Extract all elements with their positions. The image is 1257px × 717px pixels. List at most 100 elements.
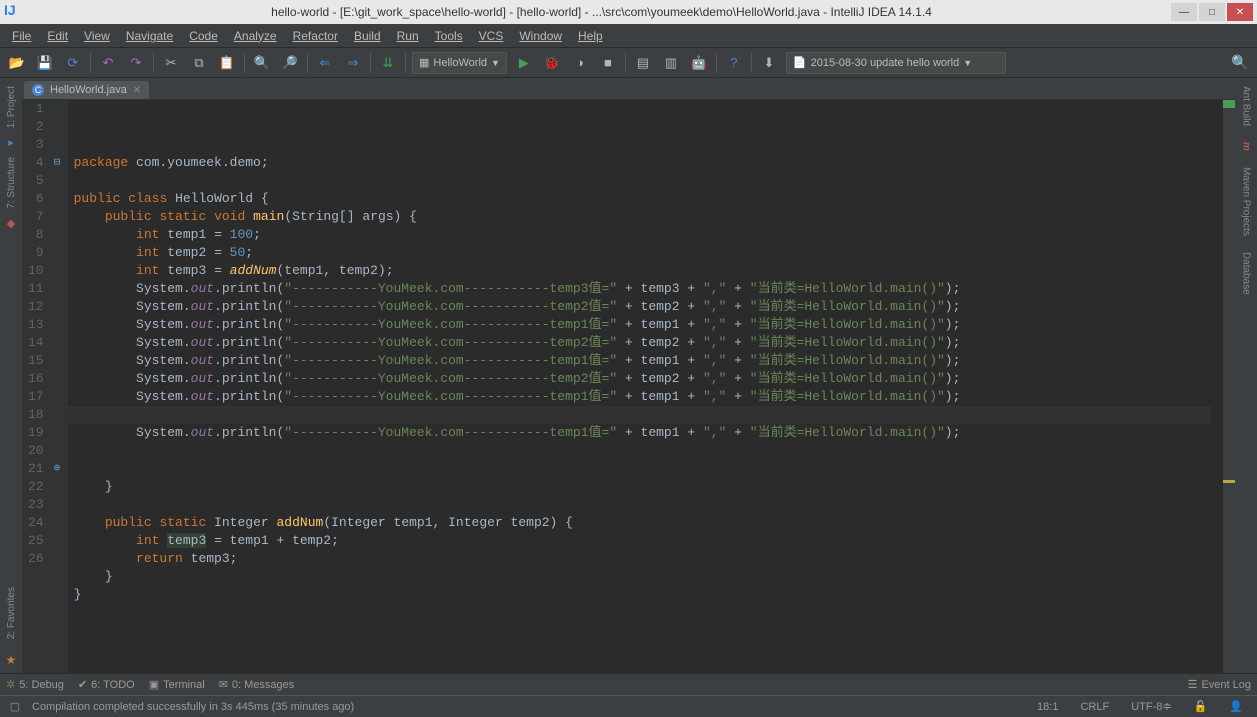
save-icon[interactable]: 💾 [34,52,56,74]
run-icon[interactable]: ▶ [513,52,535,74]
tool-maven-label[interactable]: Maven Projects [1239,159,1254,244]
vcs-action-combo[interactable]: 📄 2015-08-30 update hello world ▼ [786,52,1006,74]
coverage-icon[interactable]: ◑ [569,52,591,74]
close-button[interactable]: ✕ [1227,3,1253,21]
search-everywhere-icon[interactable]: 🔍 [1229,52,1251,74]
tool-debug[interactable]: ✲5: Debug [6,678,64,691]
sdk-icon[interactable]: ▥ [660,52,682,74]
menu-view[interactable]: View [78,27,116,45]
error-stripe[interactable] [1223,100,1235,673]
tool-maven[interactable]: m [1239,134,1254,159]
maximize-button[interactable]: □ [1199,3,1225,21]
code-area[interactable]: package com.youmeek.demo;public class He… [68,100,1223,673]
tool-favorites[interactable]: 2: Favorites [4,579,19,647]
run-config-icon: ▦ [419,56,429,69]
paste-icon[interactable]: 📋 [216,52,238,74]
run-config-combo[interactable]: ▦ HelloWorld ▼ [412,52,507,74]
analysis-ok-marker [1223,100,1235,108]
separator [244,53,245,73]
right-tool-strip: Ant Build m Maven Projects Database [1235,78,1257,673]
undo-icon[interactable]: ↶ [97,52,119,74]
make-icon[interactable]: ⇊ [377,52,399,74]
copy-icon[interactable]: ⧉ [188,52,210,74]
menu-navigate[interactable]: Navigate [120,27,179,45]
back-icon[interactable]: ⇐ [314,52,336,74]
warning-marker [1223,480,1235,483]
window-controls: — □ ✕ [1171,3,1253,21]
android-icon[interactable]: 🤖 [688,52,710,74]
tool-project[interactable]: 1: Project [4,78,19,136]
tool-database[interactable]: Database [1239,244,1254,303]
separator [405,53,406,73]
file-encoding[interactable]: UTF-8≑ [1125,700,1177,713]
menu-code[interactable]: Code [183,27,224,45]
changelist-icon: 📄 [793,56,807,69]
debug-icon[interactable]: 🐞 [541,52,563,74]
menu-refactor[interactable]: Refactor [287,27,344,45]
menu-tools[interactable]: Tools [429,27,469,45]
messages-icon: ✉ [219,678,228,691]
vcs-action-label: 2015-08-30 update hello world [811,57,960,69]
editor-body[interactable]: 1234567891011121314151617181920212223242… [22,100,1235,673]
title-bar: IJ hello-world - [E:\git_work_space\hell… [0,0,1257,24]
toolwindow-toggle-icon[interactable]: ▢ [8,700,22,714]
status-bar: ▢ Compilation completed successfully in … [0,695,1257,717]
caret-position[interactable]: 18:1 [1031,701,1064,713]
avd-icon[interactable]: ▤ [632,52,654,74]
sync-icon[interactable]: ⟳ [62,52,84,74]
java-class-icon: C [32,84,44,96]
menu-help[interactable]: Help [572,27,609,45]
editor-tab[interactable]: C HelloWorld.java ✕ [24,81,149,99]
stop-icon[interactable]: ■ [597,52,619,74]
tool-ant[interactable]: Ant Build [1239,78,1254,134]
redo-icon[interactable]: ↷ [125,52,147,74]
main-area: 1: Project ▸ 7: Structure ◆ 2: Favorites… [0,78,1257,673]
menu-build[interactable]: Build [348,27,387,45]
help-icon[interactable]: ? [723,52,745,74]
editor: C HelloWorld.java ✕ 12345678910111213141… [22,78,1235,673]
menu-file[interactable]: File [6,27,37,45]
vcs-update-icon[interactable]: ⬇ [758,52,780,74]
window-title: hello-world - [E:\git_work_space\hello-w… [32,5,1171,19]
menu-run[interactable]: Run [391,27,425,45]
separator [716,53,717,73]
readonly-lock-icon[interactable]: 🔓 [1188,700,1214,713]
editor-tabs: C HelloWorld.java ✕ [22,78,1235,100]
project-icon: ▸ [8,136,14,149]
override-icon[interactable]: ⊕ [54,460,61,478]
bottom-tool-strip: ✲5: Debug ✔6: TODO ▣Terminal ✉0: Message… [0,673,1257,695]
eventlog-icon: ☰ [1188,678,1198,691]
tool-eventlog[interactable]: ☰Event Log [1188,678,1251,691]
tool-terminal[interactable]: ▣Terminal [149,678,205,691]
hector-icon[interactable]: 👤 [1223,700,1249,713]
separator [153,53,154,73]
terminal-icon: ▣ [149,678,159,691]
tool-todo[interactable]: ✔6: TODO [78,678,135,691]
star-icon: ★ [6,647,17,673]
collapse-icon[interactable]: ⊟ [54,154,61,172]
line-separator[interactable]: CRLF [1074,701,1115,713]
menu-window[interactable]: Window [513,27,568,45]
caret-line-highlight [68,406,1211,424]
forward-icon[interactable]: ⇒ [342,52,364,74]
menu-analyze[interactable]: Analyze [228,27,283,45]
find-icon[interactable]: 🔍 [251,52,273,74]
tool-messages[interactable]: ✉0: Messages [219,678,295,691]
toolbar: 📂 💾 ⟳ ↶ ↷ ✂ ⧉ 📋 🔍 🔎 ⇐ ⇒ ⇊ ▦ HelloWorld ▼… [0,48,1257,78]
menu-edit[interactable]: Edit [41,27,74,45]
minimize-button[interactable]: — [1171,3,1197,21]
menu-bar: File Edit View Navigate Code Analyze Ref… [0,24,1257,48]
separator [751,53,752,73]
open-icon[interactable]: 📂 [6,52,28,74]
cut-icon[interactable]: ✂ [160,52,182,74]
status-message: Compilation completed successfully in 3s… [32,701,354,713]
close-tab-icon[interactable]: ✕ [133,85,141,96]
chevron-down-icon: ▼ [491,58,500,68]
structure-icon: ◆ [7,217,15,230]
editor-tab-label: HelloWorld.java [50,84,127,96]
separator [370,53,371,73]
tool-structure[interactable]: 7: Structure [4,149,19,217]
line-numbers: 1234567891011121314151617181920212223242… [22,100,54,673]
menu-vcs[interactable]: VCS [473,27,510,45]
replace-icon[interactable]: 🔎 [279,52,301,74]
